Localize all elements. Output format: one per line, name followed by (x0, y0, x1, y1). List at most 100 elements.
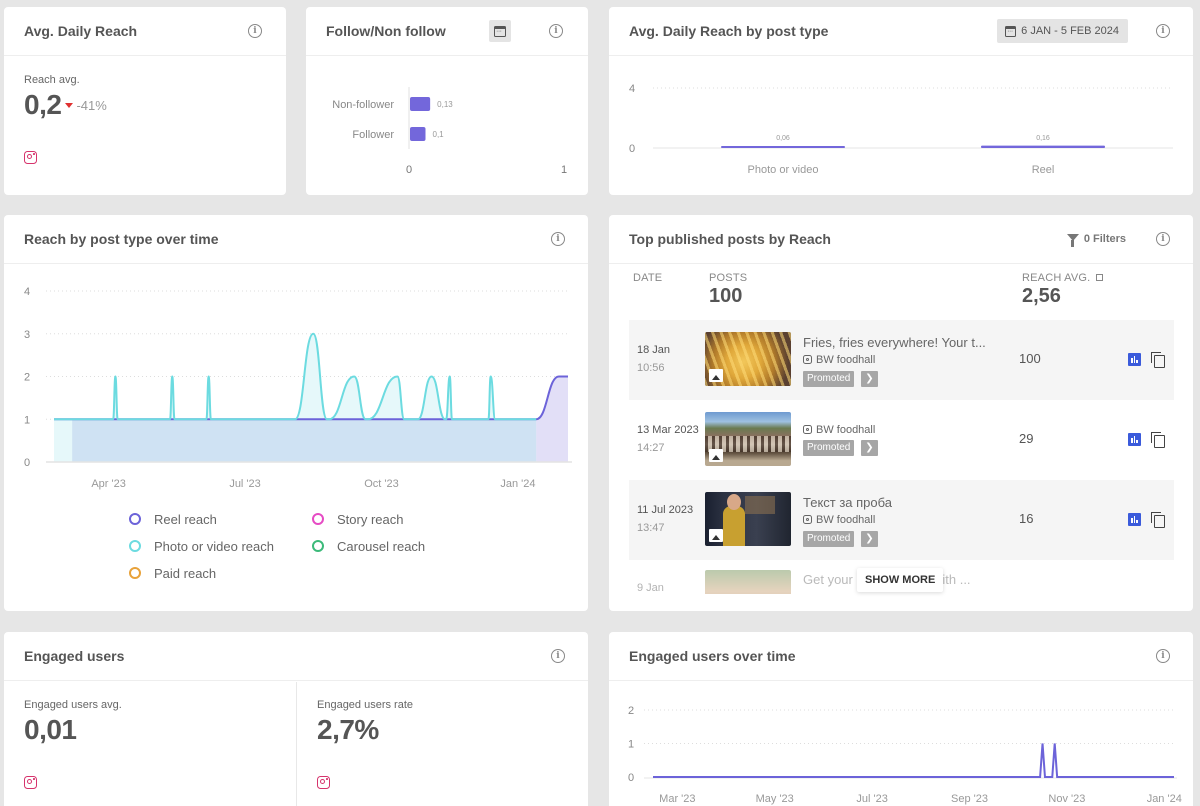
legend-item-carousel[interactable]: Carousel reach (312, 538, 462, 554)
legend-marker-icon (129, 567, 141, 579)
info-icon[interactable]: i (1156, 24, 1170, 38)
y-tick-label: 0 (24, 457, 30, 469)
card-header: Engaged users over time i (609, 632, 1193, 681)
delta-badge: -41% (65, 98, 107, 113)
legend-marker-icon (129, 513, 141, 525)
avg-reach-by-type-card: Avg. Daily Reach by post type 6 JAN - 5 … (609, 7, 1193, 195)
y-tick-label: 1 (628, 739, 634, 751)
x-tick-label: Apr '23 (91, 478, 126, 490)
table-row[interactable]: 18 Jan 10:56 Fries, fries everywhere! Yo… (629, 320, 1174, 400)
y-tick-label: 4 (629, 83, 635, 95)
card-header: Top published posts by Reach 0 Filters i (609, 215, 1193, 264)
info-icon[interactable]: i (1156, 232, 1170, 246)
bar (410, 97, 431, 111)
category-label: Reel (1032, 164, 1055, 176)
x-tick-label: 0 (406, 164, 412, 176)
filters-button[interactable]: 0 Filters (1066, 233, 1126, 247)
x-tick-label: May '23 (756, 793, 794, 805)
x-tick-label: Jul '23 (856, 793, 887, 805)
col-date-header[interactable]: DATE (633, 272, 662, 284)
card-header: Engaged users i (4, 632, 588, 681)
promoted-badge: Promoted (803, 371, 855, 387)
info-icon[interactable]: i (248, 24, 262, 38)
post-time: 10:56 (637, 362, 665, 374)
expand-icon[interactable]: ❯ (861, 440, 878, 456)
promoted-badge: Promoted (803, 440, 855, 456)
legend-item-reel[interactable]: Reel reach (129, 511, 312, 527)
follow-non-follow-card: Follow/Non follow i Non-follower 0,13 Foll… (306, 7, 588, 195)
date-range-button[interactable]: 6 JAN - 5 FEB 2024 (997, 19, 1128, 43)
chart-legend: Reel reach Story reach Photo or video re… (129, 511, 459, 581)
trend-down-icon (65, 102, 74, 108)
engaged-over-time-chart: 0 1 2 Mar '23 May '23 Jul '23 Sep '23 Nov '23 Ja… (628, 705, 1182, 805)
bar (721, 146, 845, 148)
bar-value-label: 0,16 (1036, 135, 1050, 142)
post-reach: 16 (1019, 511, 1034, 526)
instagram-icon (24, 151, 37, 164)
card-title: Engaged users (24, 648, 125, 664)
post-thumbnail[interactable] (705, 570, 791, 594)
copy-icon[interactable] (1151, 432, 1165, 448)
post-thumbnail[interactable] (705, 412, 791, 466)
x-tick-label: 1 (561, 164, 567, 176)
table-row[interactable]: 13 Mar 2023 14:27 BW foodhall Promoted ❯… (629, 400, 1174, 480)
legend-item-paid[interactable]: Paid reach (129, 565, 312, 581)
top-posts-card: Top published posts by Reach 0 Filters i… (609, 215, 1193, 611)
instagram-icon (803, 425, 812, 434)
y-tick-label: 2 (628, 705, 634, 717)
copy-icon[interactable] (1151, 352, 1165, 368)
info-icon[interactable]: i (1156, 649, 1170, 663)
stat-label: Engaged users rate (317, 699, 414, 711)
copy-icon[interactable] (1151, 512, 1165, 528)
reach-over-time-card: Reach by post type over time i 0 1 2 3 4 Apr … (4, 215, 588, 611)
image-type-icon (709, 449, 723, 462)
info-icon[interactable]: i (549, 24, 563, 38)
expand-icon[interactable]: ❯ (861, 531, 878, 547)
x-tick-label: Jul '23 (229, 478, 260, 490)
expand-icon[interactable]: ❯ (861, 371, 878, 387)
post-date: 13 Mar 2023 (637, 424, 699, 436)
stat-value: 0,2 (24, 89, 62, 120)
post-date: 9 Jan (637, 582, 664, 594)
col-posts-header[interactable]: POSTS (709, 272, 747, 284)
bar (410, 127, 426, 141)
follow-non-follow-chart: Non-follower 0,13 Follower 0,1 0 1 (332, 87, 567, 176)
filter-icon (1066, 234, 1079, 247)
post-thumbnail[interactable] (705, 332, 791, 386)
stats-icon[interactable] (1128, 513, 1141, 526)
info-icon[interactable]: i (551, 232, 565, 246)
date-picker-button[interactable] (489, 20, 511, 42)
image-type-icon (709, 529, 723, 542)
legend-item-photo-video[interactable]: Photo or video reach (129, 538, 312, 554)
x-tick-label: Oct '23 (364, 478, 399, 490)
show-more-button[interactable]: SHOW MORE (857, 568, 944, 592)
y-tick-label: 4 (24, 286, 30, 298)
series-area-overlap (72, 419, 537, 462)
card-header: Follow/Non follow i (306, 7, 588, 56)
post-thumbnail[interactable] (705, 492, 791, 546)
legend-marker-icon (312, 540, 324, 552)
engaged-over-time-card: Engaged users over time i 0 1 2 Mar '23 May … (609, 632, 1193, 806)
table-header: DATE POSTS 100 REACH AVG. 2,56 (633, 270, 1193, 320)
instagram-icon (803, 355, 812, 364)
bar-value-label: 0,1 (433, 130, 445, 139)
table-row[interactable]: 11 Jul 2023 13:47 Текст за проба BW food… (629, 480, 1174, 560)
y-tick-label: 0 (628, 772, 634, 784)
info-icon[interactable]: i (551, 649, 565, 663)
post-reach: 100 (1019, 351, 1041, 366)
x-tick-label: Mar '23 (659, 793, 695, 805)
legend-marker-icon (312, 513, 324, 525)
card-title: Reach by post type over time (24, 231, 219, 247)
divider (296, 682, 297, 806)
bar-value-label: 0,06 (776, 135, 790, 142)
stats-icon[interactable] (1128, 433, 1141, 446)
promoted-badge: Promoted (803, 531, 855, 547)
series-line-engaged-users (653, 743, 1174, 778)
post-time: 14:27 (637, 442, 665, 454)
card-title: Follow/Non follow (326, 23, 446, 39)
col-reach-header[interactable]: REACH AVG. (1022, 272, 1103, 284)
legend-item-story[interactable]: Story reach (312, 511, 462, 527)
card-title: Engaged users over time (629, 648, 796, 664)
post-account: BW foodhall (803, 424, 875, 436)
stats-icon[interactable] (1128, 353, 1141, 366)
